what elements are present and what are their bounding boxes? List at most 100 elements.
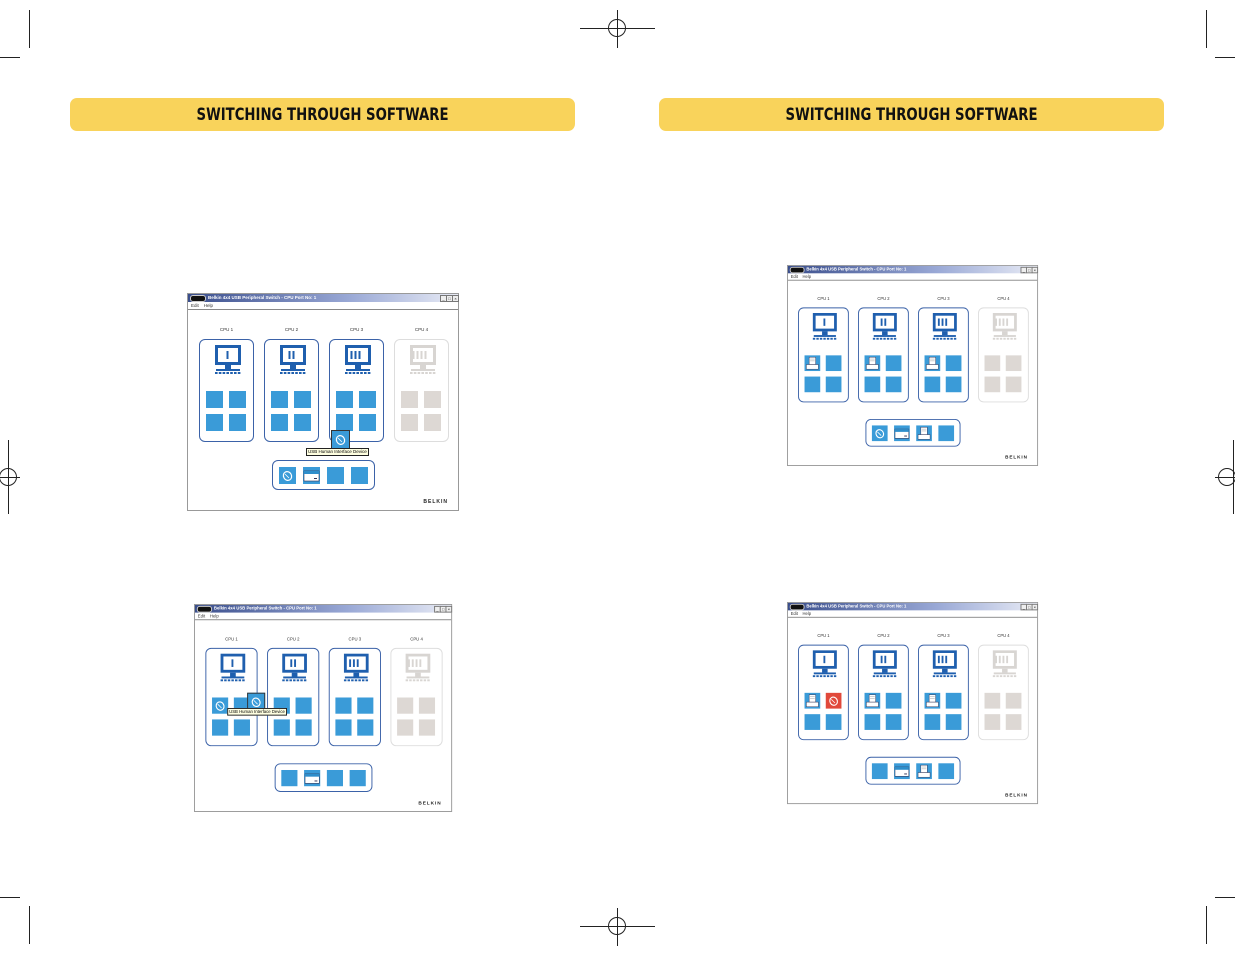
port-slot[interactable] xyxy=(945,355,962,372)
cpu-3-panel[interactable] xyxy=(918,307,969,403)
port-slot[interactable] xyxy=(273,719,290,736)
port-slot[interactable] xyxy=(924,376,941,393)
menu-edit[interactable]: Edit xyxy=(191,303,199,308)
port-slot[interactable] xyxy=(336,391,353,408)
monitor-icon xyxy=(278,345,308,382)
port-slot[interactable] xyxy=(335,719,352,736)
port-slot[interactable] xyxy=(359,391,376,408)
port-slot[interactable] xyxy=(885,692,902,709)
port-slot-printer[interactable] xyxy=(916,425,932,442)
port-slot[interactable] xyxy=(945,714,962,730)
port-slot-printer[interactable] xyxy=(804,692,821,709)
port-slot[interactable] xyxy=(327,467,344,484)
port-slot-printer[interactable] xyxy=(924,355,941,372)
port-slot[interactable] xyxy=(359,414,376,431)
port-slot-printer[interactable] xyxy=(864,692,881,709)
port-slot[interactable] xyxy=(212,719,229,736)
port-slot[interactable] xyxy=(871,763,888,780)
port-slot[interactable] xyxy=(229,414,246,431)
port-slot-printer[interactable] xyxy=(804,355,821,372)
port-slot-printer[interactable] xyxy=(916,763,932,780)
port-slot[interactable] xyxy=(295,719,312,736)
port-slot-printer[interactable] xyxy=(864,355,881,372)
cpu-3-panel[interactable] xyxy=(328,647,381,747)
port-slot[interactable] xyxy=(271,391,288,408)
close-button[interactable]: × xyxy=(452,295,459,302)
port-slot[interactable] xyxy=(945,376,962,393)
cpu-1-panel[interactable] xyxy=(798,307,849,403)
port-slot-printer[interactable] xyxy=(924,692,941,709)
port-slot[interactable] xyxy=(335,697,352,714)
menu-help[interactable]: Help xyxy=(210,614,219,619)
shared-device-hub xyxy=(274,763,373,792)
port-slot[interactable] xyxy=(938,763,955,780)
port-slot[interactable] xyxy=(351,467,368,484)
menu-help[interactable]: Help xyxy=(204,303,213,308)
port-slot[interactable] xyxy=(804,376,821,393)
port-slot-mouse[interactable] xyxy=(212,697,229,714)
port-slot-mouse[interactable] xyxy=(279,467,296,484)
port-slot[interactable] xyxy=(885,355,902,372)
shared-device-hub xyxy=(272,460,375,490)
port-slot[interactable] xyxy=(924,714,941,730)
port-slot-mouse-alert[interactable] xyxy=(825,692,842,709)
port-slot[interactable] xyxy=(295,697,312,714)
menu-edit[interactable]: Edit xyxy=(791,274,798,279)
cpu-1-panel[interactable] xyxy=(798,644,849,741)
cpu-4-panel[interactable] xyxy=(978,644,1029,741)
menu-edit[interactable]: Edit xyxy=(791,611,798,616)
port-slot-scanner[interactable] xyxy=(894,763,910,780)
port-slot[interactable] xyxy=(271,414,288,431)
port-slot[interactable] xyxy=(281,769,298,787)
port-slot[interactable] xyxy=(357,697,374,714)
port-slot[interactable] xyxy=(825,714,842,730)
port-slot[interactable] xyxy=(294,414,311,431)
port-slot-mouse[interactable] xyxy=(871,425,888,442)
port-slot-scanner[interactable] xyxy=(894,425,910,442)
crop-mark xyxy=(0,897,20,898)
monitor-icon xyxy=(991,650,1019,684)
dragged-mouse-device[interactable] xyxy=(331,430,350,449)
port-slot-inactive xyxy=(397,697,414,714)
port-slot-scanner[interactable] xyxy=(303,467,320,484)
cpu-label: CPU 4 xyxy=(414,327,429,332)
port-slot[interactable] xyxy=(336,414,353,431)
cpu-2-panel[interactable] xyxy=(858,644,909,741)
cpu-label: CPU 4 xyxy=(997,633,1010,639)
port-slot[interactable] xyxy=(938,425,955,442)
port-slot[interactable] xyxy=(229,391,246,408)
port-slot[interactable] xyxy=(349,769,366,787)
cpu-4-panel[interactable] xyxy=(390,647,443,747)
cpu-2-panel[interactable] xyxy=(267,647,320,747)
port-slot[interactable] xyxy=(825,355,842,372)
close-button[interactable]: × xyxy=(445,605,453,613)
port-slot[interactable] xyxy=(825,376,842,393)
port-slot[interactable] xyxy=(885,714,902,730)
port-slot[interactable] xyxy=(326,769,343,787)
cpu-2-panel[interactable] xyxy=(858,307,909,403)
cpu-3-panel[interactable] xyxy=(329,339,384,442)
menu-edit[interactable]: Edit xyxy=(198,614,205,619)
port-slot[interactable] xyxy=(357,719,374,736)
port-slot[interactable] xyxy=(864,714,881,730)
cpu-label: CPU 4 xyxy=(997,296,1010,301)
port-slot[interactable] xyxy=(206,414,223,431)
tooltip: USB Human Interface Device xyxy=(227,707,287,716)
title-bar: Belkin 4x4 USB Peripheral Switch - CPU P… xyxy=(787,602,1039,611)
cpu-4-panel[interactable] xyxy=(394,339,449,442)
cpu-1-panel[interactable] xyxy=(199,339,254,442)
port-slot[interactable] xyxy=(945,692,962,709)
menu-help[interactable]: Help xyxy=(802,274,811,279)
port-slot[interactable] xyxy=(206,391,223,408)
port-slot[interactable] xyxy=(885,376,902,393)
menu-help[interactable]: Help xyxy=(802,611,811,616)
port-slot-scanner[interactable] xyxy=(304,769,321,787)
port-slot[interactable] xyxy=(804,714,821,730)
port-slot[interactable] xyxy=(233,719,250,736)
cpu-4-panel[interactable] xyxy=(978,307,1029,403)
port-slot[interactable] xyxy=(864,376,881,393)
port-slot[interactable] xyxy=(294,391,311,408)
cpu-2-panel[interactable] xyxy=(264,339,319,442)
cpu-3-panel[interactable] xyxy=(918,644,969,741)
port-slot-inactive xyxy=(984,355,1001,372)
